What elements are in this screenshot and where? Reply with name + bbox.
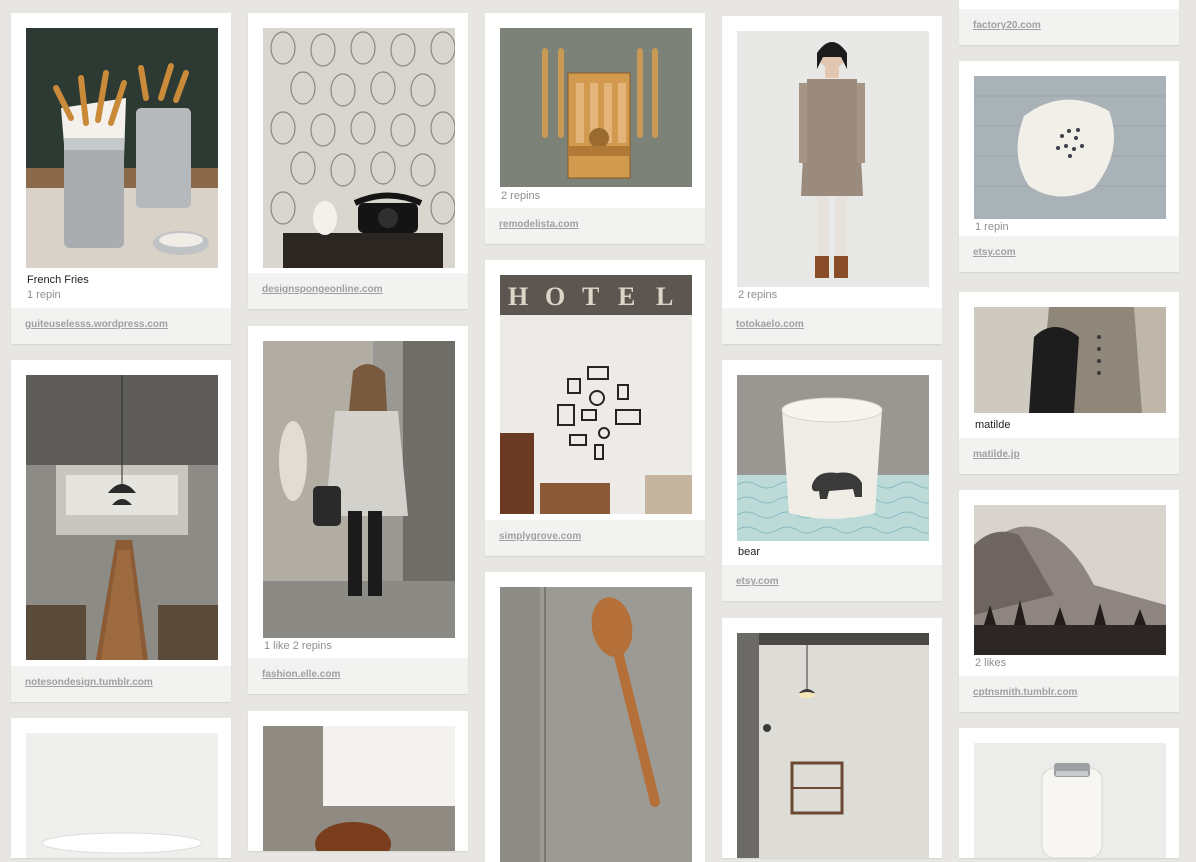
svg-text:O: O: [545, 282, 565, 311]
pin-source-link[interactable]: notesondesign.tumblr.com: [25, 677, 153, 688]
pin-source-bar: etsy.com: [959, 236, 1179, 272]
pin-source-bar: factory20.com: [959, 9, 1179, 45]
pin-image-grey-dress[interactable]: [737, 31, 929, 287]
pin-card[interactable]: 2 likes cptnsmith.tumblr.com: [959, 490, 1179, 712]
pin-source-link[interactable]: etsy.com: [736, 576, 779, 587]
pin-image-cake[interactable]: [26, 733, 218, 858]
pin-card[interactable]: [11, 718, 231, 858]
pin-card[interactable]: matilde matilde.jp: [959, 292, 1179, 474]
pin-image-long-table[interactable]: [26, 375, 218, 660]
pin-image-hotel-wall[interactable]: HOT EL: [500, 275, 692, 514]
pin-caption: bear: [738, 546, 761, 558]
pin-card[interactable]: 2 repins totokaelo.com: [722, 16, 942, 344]
pin-image-copper-bowl[interactable]: [263, 726, 455, 851]
pin-image-plate[interactable]: [974, 76, 1166, 219]
pin-card[interactable]: [722, 618, 942, 858]
pin-image-shelf-room[interactable]: [737, 633, 929, 858]
pin-source-link[interactable]: matilde.jp: [973, 449, 1020, 460]
pin-card[interactable]: 1 repin etsy.com: [959, 61, 1179, 272]
pin-stats: 1 repin: [975, 221, 1009, 233]
pin-source-bar: guiteuselesss.wordpress.com: [11, 308, 231, 344]
svg-text:H: H: [508, 282, 528, 311]
pin-source-bar: totokaelo.com: [722, 308, 942, 344]
pin-source-link[interactable]: guiteuselesss.wordpress.com: [25, 319, 168, 330]
pin-image-bear-cup[interactable]: [737, 375, 929, 541]
pin-source-bar: cptnsmith.tumblr.com: [959, 676, 1179, 712]
pin-card[interactable]: [485, 572, 705, 862]
pin-card[interactable]: bear etsy.com: [722, 360, 942, 601]
pin-source-bar: etsy.com: [722, 565, 942, 601]
pin-stats: 2 repins: [501, 190, 541, 202]
pin-card[interactable]: HOT EL simplygrove.com: [485, 260, 705, 556]
pin-source-bar: simplygrove.com: [485, 520, 705, 556]
pin-caption: French Fries: [27, 274, 89, 286]
svg-text:L: L: [656, 282, 673, 311]
pin-source-link[interactable]: remodelista.com: [499, 219, 578, 230]
pin-card[interactable]: 2 repins remodelista.com: [485, 13, 705, 244]
pin-source-link[interactable]: cptnsmith.tumblr.com: [973, 687, 1077, 698]
pin-image-matilde[interactable]: [974, 307, 1166, 413]
svg-text:T: T: [582, 282, 599, 311]
pin-card[interactable]: notesondesign.tumblr.com: [11, 360, 231, 702]
pin-stats: 2 repins: [738, 289, 778, 301]
pin-image-wooden-spoon[interactable]: [500, 587, 692, 862]
pin-source-bar: remodelista.com: [485, 208, 705, 244]
pin-source-bar: matilde.jp: [959, 438, 1179, 474]
pin-card[interactable]: designspongeonline.com: [248, 13, 468, 309]
pin-card[interactable]: factory20.com: [959, 0, 1179, 45]
pin-source-link[interactable]: totokaelo.com: [736, 319, 804, 330]
pin-stats: 1 like 2 repins: [264, 640, 332, 652]
pin-caption: matilde: [975, 419, 1011, 431]
pin-card[interactable]: [959, 728, 1179, 858]
pin-stats: 2 likes: [975, 657, 1007, 669]
svg-text:E: E: [618, 282, 635, 311]
pin-image-mountain[interactable]: [974, 505, 1166, 655]
pin-image-street-fashion[interactable]: [263, 341, 455, 638]
pin-source-bar: fashion.elle.com: [248, 658, 468, 694]
pin-image-toothbrushes[interactable]: [500, 28, 692, 187]
pin-source-bar: notesondesign.tumblr.com: [11, 666, 231, 702]
pin-card[interactable]: 1 like 2 repins fashion.elle.com: [248, 326, 468, 694]
pin-image-jar[interactable]: [974, 743, 1166, 858]
pin-image-french-fries[interactable]: [26, 28, 218, 268]
pin-source-link[interactable]: etsy.com: [973, 247, 1016, 258]
pin-source-link[interactable]: factory20.com: [973, 20, 1041, 31]
pin-source-link[interactable]: fashion.elle.com: [262, 669, 340, 680]
pin-source-link[interactable]: simplygrove.com: [499, 531, 581, 542]
pin-stats: 1 repin: [27, 289, 61, 301]
pin-card[interactable]: French Fries 1 repin guiteuselesss.wordp…: [11, 13, 231, 344]
pin-source-bar: designspongeonline.com: [248, 273, 468, 309]
pin-card[interactable]: [248, 711, 468, 851]
pin-source-link[interactable]: designspongeonline.com: [262, 284, 383, 295]
pin-image-owl-wallpaper[interactable]: [263, 28, 455, 268]
